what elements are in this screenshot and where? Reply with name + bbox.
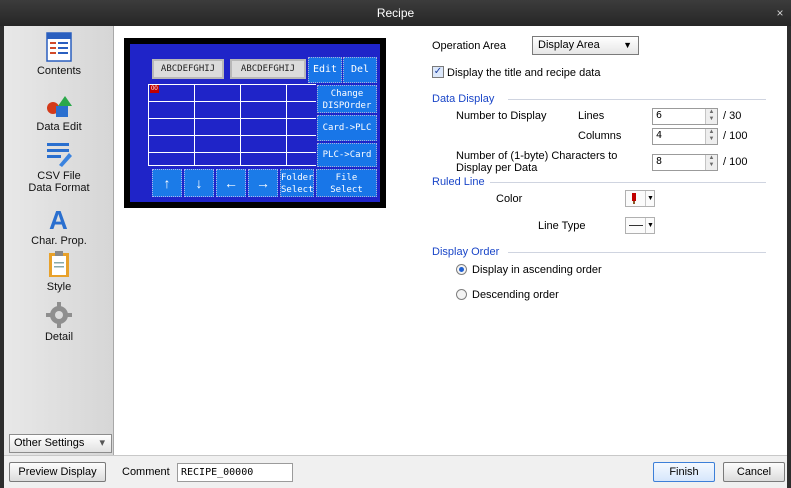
cancel-button[interactable]: Cancel (723, 462, 785, 482)
svg-text:A: A (49, 206, 68, 232)
ascending-label: Display in ascending order (472, 264, 602, 276)
columns-label: Columns (578, 130, 622, 142)
line-type-label: Line Type (538, 220, 586, 232)
lines-stepper[interactable]: 6 ▲ ▼ (652, 108, 718, 125)
color-label: Color (496, 193, 523, 205)
chars-value: 8 (656, 156, 663, 167)
sidebar-item-label: Style (46, 281, 72, 293)
sidebar-item-csv-format[interactable]: CSV File Data Format (4, 141, 114, 194)
comment-label: Comment (122, 466, 170, 478)
columns-value: 4 (656, 130, 663, 141)
data-edit-icon (47, 96, 72, 117)
chevron-down-icon: ▼ (623, 40, 632, 50)
comment-input[interactable]: RECIPE_00000 (177, 463, 293, 482)
contents-icon (46, 32, 72, 62)
close-icon[interactable]: × (773, 0, 787, 26)
chevron-down-icon: ▼ (645, 191, 655, 206)
ruled-line-section: Ruled Line (432, 176, 485, 188)
chevron-down-icon: ▼ (645, 218, 655, 233)
spin-arrows-icon[interactable]: ▲ ▼ (705, 129, 717, 144)
arrow-right-icon[interactable]: → (248, 169, 278, 197)
title-cell-1: ABCDEFGHIJ (152, 59, 224, 79)
other-settings-button[interactable]: Other Settings ▾ (9, 434, 112, 453)
dialog-body (4, 26, 787, 488)
display-order-section: Display Order (432, 246, 500, 258)
chars-per-data-label: Number of (1-byte) Characters to Display… (456, 150, 618, 174)
edit-button[interactable]: Edit (308, 57, 342, 83)
color-swatch-icon (632, 193, 636, 201)
spin-arrows-icon[interactable]: ▲ ▼ (705, 155, 717, 170)
sidebar-item-label: CSV File Data Format (28, 170, 90, 194)
other-settings-label: Other Settings (14, 437, 85, 449)
folder-select-button[interactable]: Folder Select (280, 169, 314, 197)
descending-radio[interactable] (456, 289, 467, 300)
operation-area-select[interactable]: Display Area ▼ (532, 36, 639, 55)
window-titlebar: Recipe × (0, 0, 791, 26)
ascending-radio[interactable] (456, 264, 467, 275)
color-picker[interactable]: ▼ (625, 190, 655, 207)
sidebar-item-contents[interactable]: Contents (4, 32, 114, 77)
lines-label: Lines (578, 110, 605, 122)
chars-max: / 100 (723, 156, 748, 168)
comment-value: RECIPE_00000 (181, 467, 254, 478)
lines-value: 6 (656, 110, 663, 121)
display-title-checkbox[interactable]: ✓ (432, 66, 444, 78)
operation-area-value: Display Area (538, 39, 600, 51)
sidebar-item-label: Detail (44, 331, 74, 343)
title-cell-2: ABCDEFGHIJ (230, 59, 306, 79)
sidebar: Contents Data Edit CSV File Data Format … (4, 26, 114, 455)
change-disp-order-button[interactable]: Change DISPOrder (317, 85, 377, 113)
sidebar-item-char-prop[interactable]: A Char. Prop. (4, 206, 114, 247)
preview-display-button[interactable]: Preview Display (9, 462, 106, 482)
style-icon (49, 251, 69, 277)
window-title: Recipe (376, 6, 415, 20)
sidebar-item-detail[interactable]: Detail (4, 302, 114, 343)
sidebar-item-data-edit[interactable]: Data Edit (4, 94, 114, 133)
cell-marker: 00 (150, 85, 159, 93)
descending-label: Descending order (472, 289, 559, 301)
sidebar-item-style[interactable]: Style (4, 250, 114, 293)
chars-stepper[interactable]: 8 ▲ ▼ (652, 154, 718, 171)
plc-to-card-button[interactable]: PLC->Card (317, 143, 377, 167)
arrow-down-icon[interactable]: ↓ (184, 169, 214, 197)
csv-format-icon (47, 143, 72, 167)
detail-icon (46, 302, 72, 328)
line-type-icon (629, 225, 643, 226)
finish-button[interactable]: Finish (653, 462, 715, 482)
card-to-plc-button[interactable]: Card->PLC (317, 115, 377, 141)
char-prop-icon: A (49, 206, 68, 232)
columns-stepper[interactable]: 4 ▲ ▼ (652, 128, 718, 145)
file-select-button[interactable]: File Select (316, 169, 377, 197)
chevron-down-icon: ▾ (99, 437, 105, 449)
sidebar-item-label: Data Edit (36, 121, 82, 133)
preview-screen: ABCDEFGHIJ ABCDEFGHIJ Edit Del 00 Change… (130, 44, 380, 202)
sidebar-item-label: Char. Prop. (31, 235, 87, 247)
line-type-picker[interactable]: ▼ (625, 217, 655, 234)
arrow-left-icon[interactable]: ← (216, 169, 246, 197)
sidebar-item-label: Contents (36, 65, 82, 77)
spin-arrows-icon[interactable]: ▲ ▼ (705, 109, 717, 124)
arrow-up-icon[interactable]: ↑ (152, 169, 182, 197)
display-title-label: Display the title and recipe data (447, 67, 601, 79)
operation-area-label: Operation Area (432, 40, 506, 52)
number-to-display-label: Number to Display (456, 110, 547, 122)
columns-max: / 100 (723, 130, 748, 142)
lines-max: / 30 (723, 110, 742, 122)
data-display-section: Data Display (432, 93, 495, 105)
del-button[interactable]: Del (343, 57, 377, 83)
color-swatch-tip (633, 201, 635, 204)
